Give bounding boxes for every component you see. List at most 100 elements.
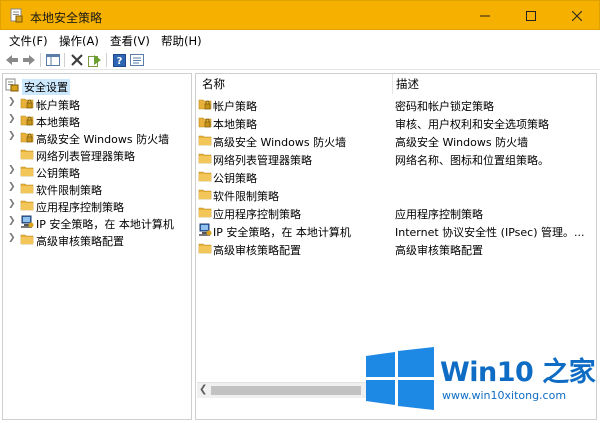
menu-file[interactable]: 文件(F)	[9, 33, 48, 49]
chevron-right-icon[interactable]: ❯	[8, 199, 16, 209]
folder-lock-icon	[20, 132, 34, 143]
folder-lock-icon	[20, 115, 34, 126]
tree-item-software-restriction[interactable]: ❯ 软件限制策略	[3, 180, 191, 197]
list-item[interactable]: 高级安全 Windows 防火墙 高级安全 Windows 防火墙	[196, 132, 596, 150]
ipsec-icon	[21, 215, 34, 228]
tree-item-app-control[interactable]: ❯ 应用程序控制策略	[3, 197, 191, 214]
tree-item-account-policies[interactable]: ❯ 帐户策略	[3, 95, 191, 112]
minimize-icon	[480, 15, 490, 17]
tree-item-local-policies[interactable]: ❯ 本地策略	[3, 112, 191, 129]
windows-logo-icon	[366, 347, 434, 410]
toolbar-separator	[64, 53, 65, 67]
chevron-right-icon[interactable]: ❯	[8, 165, 16, 175]
tree-item-label: 帐户策略	[36, 99, 80, 112]
list-item-name: 应用程序控制策略	[213, 208, 301, 221]
ipsec-icon	[199, 223, 212, 236]
column-header-name[interactable]: 名称	[202, 76, 225, 94]
tree-item-network-list-manager[interactable]: 网络列表管理器策略	[3, 146, 191, 163]
watermark-brand: Win10 之家	[440, 357, 596, 388]
menu-action[interactable]: 操作(A)	[59, 33, 99, 49]
delete-icon	[71, 54, 83, 66]
tree-item-public-key-policies[interactable]: ❯ 公钥策略	[3, 163, 191, 180]
tree-item-windows-firewall[interactable]: ❯ 高级安全 Windows 防火墙	[3, 129, 191, 146]
chevron-right-icon[interactable]: ❯	[8, 233, 16, 243]
list-item[interactable]: 应用程序控制策略 应用程序控制策略	[196, 204, 596, 222]
security-policy-app-icon	[10, 8, 23, 23]
folder-icon	[198, 135, 212, 146]
menu-help[interactable]: 帮助(H)	[161, 33, 202, 49]
properties-icon	[130, 54, 144, 66]
chevron-right-icon[interactable]: ❯	[8, 131, 16, 141]
help-button[interactable]: ?	[111, 52, 127, 68]
list-item[interactable]: 帐户策略 密码和帐户锁定策略	[196, 96, 596, 114]
watermark-url: www.win10xitong.com	[442, 389, 567, 402]
tree-item-label: 高级安全 Windows 防火墙	[36, 133, 170, 146]
maximize-button[interactable]	[508, 1, 554, 31]
list-item-description: 高级审核策略配置	[395, 244, 483, 257]
list-item[interactable]: 公钥策略	[196, 168, 596, 186]
back-icon	[6, 55, 18, 65]
horizontal-scrollbar[interactable]: ❮	[197, 382, 367, 398]
help-icon: ?	[112, 53, 126, 67]
list-item-name: 本地策略	[213, 118, 257, 131]
list-item-name: 网络列表管理器策略	[213, 154, 312, 167]
menu-view[interactable]: 查看(V)	[110, 33, 150, 49]
close-icon	[572, 11, 582, 21]
folder-icon	[20, 183, 34, 194]
security-settings-icon	[5, 78, 19, 92]
watermark: Win10 之家 www.win10xitong.com	[364, 345, 596, 413]
folder-icon	[198, 207, 212, 218]
list-item[interactable]: 网络列表管理器策略 网络名称、图标和位置组策略。	[196, 150, 596, 168]
maximize-icon	[526, 11, 536, 21]
export-icon	[88, 54, 101, 67]
list-item[interactable]: IP 安全策略，在 本地计算机 Internet 协议安全性 (IPsec) 管…	[196, 222, 596, 240]
tree-item-label: 高级审核策略配置	[36, 235, 124, 248]
folder-lock-icon	[20, 98, 34, 109]
list-item-name: IP 安全策略，在 本地计算机	[213, 226, 351, 239]
list-item[interactable]: 本地策略 审核、用户权利和安全选项策略	[196, 114, 596, 132]
list-item-name: 软件限制策略	[213, 190, 279, 203]
toolbar-separator	[40, 53, 41, 67]
list-item-description: 高级安全 Windows 防火墙	[395, 136, 529, 149]
delete-button[interactable]	[69, 52, 85, 68]
minimize-button[interactable]	[462, 1, 508, 31]
folder-lock-icon	[198, 117, 212, 128]
window-title: 本地安全策略	[30, 11, 103, 25]
forward-icon	[23, 55, 35, 65]
folder-icon	[20, 166, 34, 177]
tree-item-advanced-audit[interactable]: ❯ 高级审核策略配置	[3, 231, 191, 248]
export-list-button[interactable]	[87, 52, 103, 68]
folder-icon	[20, 200, 34, 211]
back-button[interactable]	[4, 52, 20, 68]
column-divider[interactable]	[392, 74, 393, 94]
tree-pane: 安全设置 ❯ 帐户策略 ❯ 本地策略 ❯ 高级安全 Windows 防火墙 网络…	[2, 73, 192, 420]
tree-root-label: 安全设置	[22, 79, 70, 95]
list-item-description: 审核、用户权利和安全选项策略	[395, 118, 549, 131]
scroll-left-icon[interactable]: ❮	[199, 384, 207, 395]
show-tree-icon	[46, 54, 60, 66]
tree-item-label: IP 安全策略，在 本地计算机	[36, 218, 174, 231]
list-item[interactable]: 高级审核策略配置 高级审核策略配置	[196, 240, 596, 258]
list-item-name: 帐户策略	[213, 100, 257, 113]
properties-button[interactable]	[129, 52, 145, 68]
tree-item-ip-security[interactable]: ❯ IP 安全策略，在 本地计算机	[3, 214, 191, 231]
column-header-description[interactable]: 描述	[396, 76, 419, 94]
tree-root-security-settings[interactable]: 安全设置	[3, 77, 191, 95]
chevron-right-icon[interactable]: ❯	[8, 114, 16, 124]
toolbar-separator	[106, 53, 107, 67]
folder-icon	[20, 149, 34, 160]
list-item-description: 密码和帐户锁定策略	[395, 100, 494, 113]
list-item-name: 高级安全 Windows 防火墙	[213, 136, 347, 149]
tree-item-label: 应用程序控制策略	[36, 201, 124, 214]
list-item[interactable]: 软件限制策略	[196, 186, 596, 204]
chevron-right-icon[interactable]: ❯	[8, 97, 16, 107]
close-button[interactable]	[554, 1, 600, 31]
toolbar: ?	[0, 50, 600, 70]
folder-icon	[198, 243, 212, 254]
chevron-right-icon[interactable]: ❯	[8, 216, 16, 226]
forward-button[interactable]	[21, 52, 37, 68]
scrollbar-thumb[interactable]	[211, 386, 361, 395]
folder-lock-icon	[198, 99, 212, 110]
chevron-right-icon[interactable]: ❯	[8, 182, 16, 192]
show-tree-button[interactable]	[45, 52, 61, 68]
